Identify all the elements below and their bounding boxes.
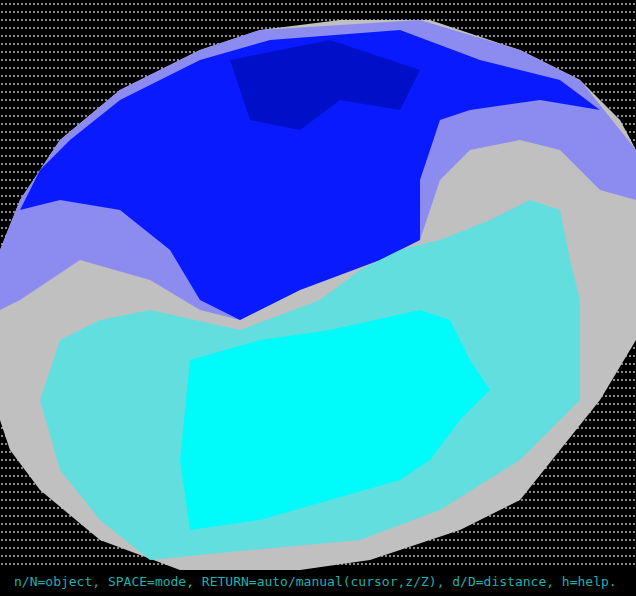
surface-region	[230, 40, 420, 130]
object-render	[0, 0, 636, 570]
viewport[interactable]	[0, 0, 636, 570]
terminal-screen: n/N=object, SPACE=mode, RETURN=auto/manu…	[0, 0, 636, 596]
surface-region	[40, 200, 580, 560]
surface-region	[0, 20, 636, 570]
help-line: n/N=object, SPACE=mode, RETURN=auto/manu…	[0, 570, 636, 596]
surface-region	[180, 310, 490, 530]
